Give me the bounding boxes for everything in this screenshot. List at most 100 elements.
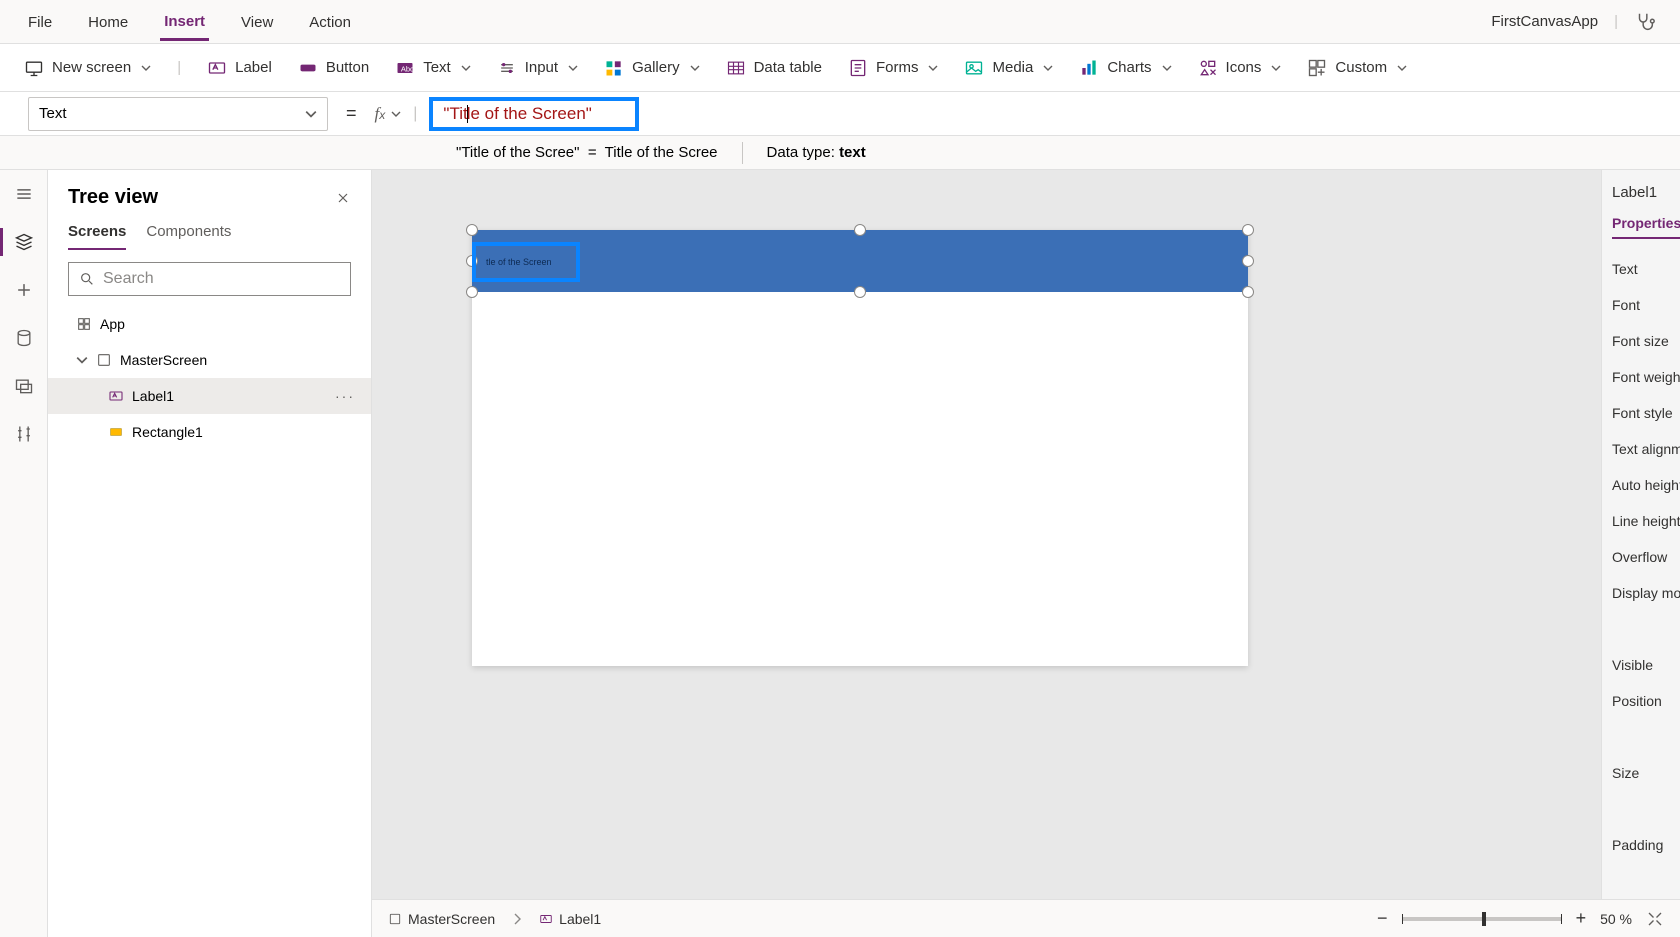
zoom-slider[interactable]	[1402, 917, 1562, 921]
tree-node-app[interactable]: App	[48, 306, 371, 342]
icons-icon	[1198, 58, 1218, 78]
insert-data-table-button[interactable]: Data table	[726, 58, 822, 78]
design-canvas[interactable]: tle of the Screen	[472, 230, 1248, 666]
chevron-down-icon	[141, 63, 151, 73]
menu-home[interactable]: Home	[84, 4, 132, 39]
forms-icon	[848, 58, 868, 78]
search-icon	[79, 271, 95, 287]
tree-node-label1[interactable]: Label1 ···	[48, 378, 371, 414]
menu-view[interactable]: View	[237, 4, 277, 39]
menu-file[interactable]: File	[24, 4, 56, 39]
formula-preview-rhs: Title of the Scree	[605, 144, 718, 161]
media-rail-icon[interactable]	[12, 374, 36, 398]
chevron-down-icon	[305, 108, 317, 120]
tree-view-panel: Tree view Screens Components Search App …	[48, 170, 372, 937]
tree-view-title: Tree view	[68, 186, 158, 209]
screen-icon	[388, 912, 402, 926]
tree-node-rectangle1[interactable]: Rectangle1	[48, 414, 371, 450]
button-icon	[298, 58, 318, 78]
chevron-down-icon	[76, 354, 88, 366]
prop-overflow[interactable]: Overflow	[1612, 539, 1680, 575]
insert-input-dropdown[interactable]: Input	[497, 58, 578, 78]
prop-position[interactable]: Position	[1612, 683, 1680, 719]
canvas-label1[interactable]: tle of the Screen	[472, 242, 580, 282]
prop-text[interactable]: Text	[1612, 251, 1680, 287]
insert-forms-dropdown[interactable]: Forms	[848, 58, 939, 78]
prop-font-weight[interactable]: Font weight	[1612, 359, 1680, 395]
more-icon[interactable]: ···	[335, 388, 355, 404]
insert-gallery-dropdown[interactable]: Gallery	[604, 58, 700, 78]
selection-handle[interactable]	[1242, 255, 1254, 267]
input-icon	[497, 58, 517, 78]
breadcrumb-screen[interactable]: MasterScreen	[388, 911, 495, 927]
fx-button[interactable]: fx	[375, 104, 402, 124]
tree-view-icon[interactable]	[12, 230, 36, 254]
custom-icon	[1307, 58, 1327, 78]
selection-handle[interactable]	[1242, 286, 1254, 298]
gallery-icon	[604, 58, 624, 78]
insert-label-button[interactable]: Label	[207, 58, 272, 78]
selection-handle[interactable]	[466, 224, 478, 236]
data-icon[interactable]	[12, 326, 36, 350]
prop-padding[interactable]: Padding	[1612, 827, 1680, 863]
insert-custom-dropdown[interactable]: Custom	[1307, 58, 1407, 78]
prop-size[interactable]: Size	[1612, 755, 1680, 791]
prop-auto-height[interactable]: Auto height	[1612, 467, 1680, 503]
text-icon: Abc	[395, 58, 415, 78]
data-table-icon	[726, 58, 746, 78]
properties-tab[interactable]: Properties	[1612, 215, 1680, 239]
menu-insert[interactable]: Insert	[160, 3, 209, 41]
prop-font[interactable]: Font	[1612, 287, 1680, 323]
zoom-out-button[interactable]: −	[1377, 908, 1388, 929]
canvas-rectangle1[interactable]	[472, 230, 1248, 292]
formula-data-type: text	[839, 144, 866, 161]
prop-display-mode[interactable]: Display mo	[1612, 575, 1680, 611]
prop-font-size[interactable]: Font size	[1612, 323, 1680, 359]
formula-bar: Text = fx | "Title of the Screen"	[0, 92, 1680, 136]
zoom-in-button[interactable]: +	[1576, 908, 1587, 929]
tab-components[interactable]: Components	[146, 223, 231, 250]
selection-handle[interactable]	[854, 286, 866, 298]
menu-bar: File Home Insert View Action FirstCanvas…	[0, 0, 1680, 44]
chevron-down-icon	[568, 63, 578, 73]
formula-input[interactable]: "Title of the Screen"	[429, 97, 639, 131]
tab-screens[interactable]: Screens	[68, 223, 126, 250]
status-bar: MasterScreen Label1 − + 50 %	[372, 899, 1680, 937]
breadcrumb-label[interactable]: Label1	[539, 911, 601, 927]
tree-search-input[interactable]: Search	[68, 262, 351, 296]
insert-button-button[interactable]: Button	[298, 58, 369, 78]
selection-handle[interactable]	[854, 224, 866, 236]
left-rail	[0, 170, 48, 937]
close-icon[interactable]	[335, 190, 351, 206]
insert-icons-dropdown[interactable]: Icons	[1198, 58, 1282, 78]
prop-visible[interactable]: Visible	[1612, 647, 1680, 683]
insert-charts-dropdown[interactable]: Charts	[1079, 58, 1171, 78]
tools-rail-icon[interactable]	[12, 422, 36, 446]
rectangle-icon	[108, 424, 124, 440]
prop-text-align[interactable]: Text alignm	[1612, 431, 1680, 467]
equals-sign: =	[340, 103, 363, 124]
selection-handle[interactable]	[466, 286, 478, 298]
fit-to-window-icon[interactable]	[1646, 910, 1664, 928]
app-checker-icon[interactable]	[1634, 11, 1656, 33]
selection-handle[interactable]	[1242, 224, 1254, 236]
app-name: FirstCanvasApp	[1491, 13, 1598, 30]
add-icon[interactable]	[12, 278, 36, 302]
chevron-down-icon	[391, 109, 401, 119]
prop-line-height[interactable]: Line height	[1612, 503, 1680, 539]
properties-panel: Label1 Properties Text Font Font size Fo…	[1602, 170, 1680, 937]
insert-media-dropdown[interactable]: Media	[964, 58, 1053, 78]
property-selector[interactable]: Text	[28, 97, 328, 131]
new-screen-button[interactable]: New screen	[24, 58, 151, 78]
canvas-area[interactable]: tle of the Screen	[372, 170, 1602, 937]
tree-node-masterscreen[interactable]: MasterScreen	[48, 342, 371, 378]
label-icon	[207, 58, 227, 78]
hamburger-icon[interactable]	[12, 182, 36, 206]
prop-font-style[interactable]: Font style	[1612, 395, 1680, 431]
insert-text-dropdown[interactable]: Abc Text	[395, 58, 471, 78]
chevron-right-icon	[513, 913, 521, 925]
chevron-down-icon	[1397, 63, 1407, 73]
menu-action[interactable]: Action	[305, 4, 355, 39]
charts-icon	[1079, 58, 1099, 78]
screen-icon	[24, 58, 44, 78]
